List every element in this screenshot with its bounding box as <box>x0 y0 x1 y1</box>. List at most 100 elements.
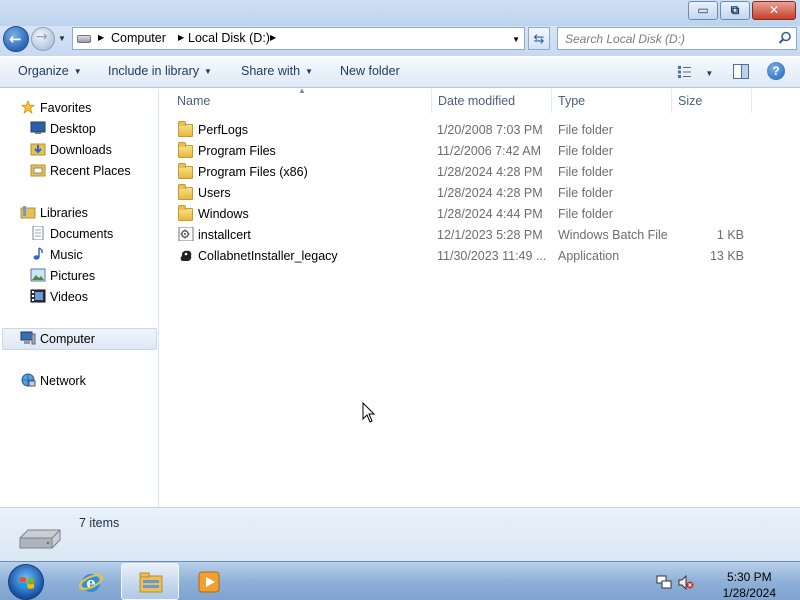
sidebar-item-label: Favorites <box>40 101 92 115</box>
desktop-icon <box>30 121 46 134</box>
breadcrumb-local-disk[interactable]: Local Disk (D:) <box>188 31 270 45</box>
start-button[interactable] <box>8 564 44 600</box>
sidebar-item-label: Pictures <box>50 269 96 283</box>
change-view-button[interactable]: ▼ <box>678 66 713 81</box>
file-type: File folder <box>558 123 613 137</box>
address-bar[interactable]: ▶ Computer ▶ Local Disk (D:) ▶ ▼ <box>72 27 525 50</box>
internet-explorer-icon: e <box>78 574 104 592</box>
address-dropdown-icon[interactable]: ▼ <box>512 35 520 44</box>
column-divider[interactable] <box>751 89 752 113</box>
sidebar-item-label: Videos <box>50 290 88 304</box>
file-row[interactable]: Windows 1/28/2024 4:44 PM File folder <box>160 203 800 224</box>
file-list: ▲ Name Date modified Type Size PerfLogs … <box>160 86 800 507</box>
breadcrumb-separator-icon[interactable]: ▶ <box>98 33 104 42</box>
new-folder-label: New folder <box>340 64 400 78</box>
taskbar-windows-explorer[interactable] <box>121 563 179 600</box>
forward-button[interactable]: → <box>31 27 55 51</box>
file-date: 12/1/2023 5:28 PM <box>437 228 543 242</box>
windows-logo-icon <box>20 577 34 589</box>
help-icon[interactable]: ? <box>767 62 785 80</box>
back-arrow-icon: ← <box>9 30 22 48</box>
file-row[interactable]: CollabnetInstaller_legacy 11/30/2023 11:… <box>160 245 800 266</box>
windows-explorer-icon <box>139 572 163 593</box>
column-header-label: Size <box>678 94 703 108</box>
file-row[interactable]: Users 1/28/2024 4:28 PM File folder <box>160 182 800 203</box>
file-type: File folder <box>558 186 613 200</box>
breadcrumb-separator-icon[interactable]: ▶ <box>270 33 276 42</box>
column-header-date-modified[interactable]: Date modified <box>432 89 551 113</box>
back-button[interactable]: ← <box>3 26 29 52</box>
breadcrumb-separator-icon[interactable]: ▶ <box>178 33 184 42</box>
new-folder-button[interactable]: New folder <box>340 64 400 78</box>
search-input[interactable] <box>558 28 768 49</box>
sidebar-item-label: Desktop <box>50 122 96 136</box>
recent-pages-dropdown-icon[interactable]: ▼ <box>58 34 66 43</box>
clock-date: 1/28/2024 <box>722 586 776 600</box>
close-icon: ✕ <box>768 3 780 17</box>
search-box[interactable] <box>557 27 797 50</box>
organize-label: Organize <box>18 64 69 78</box>
include-in-library-button[interactable]: Include in library ▼ <box>108 64 212 78</box>
navigation-pane: Favorites Desktop Downloads Recent Place… <box>0 89 159 507</box>
folder-icon <box>178 121 194 137</box>
navigation-bar: ← → ▼ ▶ Computer ▶ Local Disk (D:) ▶ ▼ ⇆ <box>0 26 800 56</box>
system-tray: 5:30 PM 1/28/2024 <box>652 566 792 600</box>
star-icon <box>20 100 36 114</box>
window-controls: ▭ ⧉ ✕ <box>686 1 796 20</box>
chevron-down-icon: ▼ <box>204 67 212 76</box>
folder-icon <box>178 142 194 158</box>
media-player-icon <box>198 571 220 593</box>
file-row[interactable]: Program Files 11/2/2006 7:42 AM File fol… <box>160 140 800 161</box>
file-name: Users <box>198 186 231 200</box>
recent-places-icon <box>30 164 46 177</box>
column-header-size[interactable]: Size <box>672 89 751 113</box>
refresh-button[interactable]: ⇆ <box>528 27 550 50</box>
organize-button[interactable]: Organize ▼ <box>18 64 82 78</box>
mouse-pointer-icon <box>362 402 376 423</box>
taskbar: e 5:30 PM 1/28/2024 <box>0 561 800 600</box>
pictures-icon <box>30 268 46 282</box>
details-pane: 7 items <box>0 507 800 561</box>
breadcrumb-computer[interactable]: Computer <box>111 31 166 45</box>
file-row[interactable]: Program Files (x86) 1/28/2024 4:28 PM Fi… <box>160 161 800 182</box>
network-icon <box>21 373 36 387</box>
command-toolbar: Organize ▼ Include in library ▼ Share with… <box>0 58 800 88</box>
sidebar-item-label: Libraries <box>40 206 88 220</box>
file-type: File folder <box>558 165 613 179</box>
volume-muted-icon[interactable] <box>678 575 694 590</box>
column-header-name[interactable]: Name <box>171 89 431 113</box>
folder-icon <box>178 184 194 200</box>
column-header-type[interactable]: Type <box>552 89 671 113</box>
file-type: File folder <box>558 207 613 221</box>
file-row[interactable]: PerfLogs 1/20/2008 7:03 PM File folder <box>160 119 800 140</box>
sidebar-item-label: Music <box>50 248 83 262</box>
taskbar-media-player[interactable] <box>180 563 238 600</box>
file-date: 1/28/2024 4:44 PM <box>437 207 543 221</box>
forward-arrow-icon: → <box>36 29 48 45</box>
downloads-icon <box>30 143 46 156</box>
hard-drive-icon <box>19 529 61 549</box>
preview-pane-button[interactable] <box>733 64 749 79</box>
network-status-icon[interactable] <box>656 575 672 590</box>
restore-button[interactable]: ⧉ <box>720 1 750 20</box>
include-in-library-label: Include in library <box>108 64 200 78</box>
libraries-icon <box>20 206 36 219</box>
file-name: installcert <box>198 228 251 242</box>
chevron-down-icon: ▼ <box>705 69 714 78</box>
search-icon[interactable] <box>778 31 792 45</box>
file-name: Program Files (x86) <box>198 165 308 179</box>
drive-icon <box>77 35 91 43</box>
chevron-down-icon: ▼ <box>305 67 313 76</box>
refresh-icon: ⇆ <box>533 31 545 46</box>
taskbar-internet-explorer[interactable]: e <box>62 563 120 600</box>
close-button[interactable]: ✕ <box>752 1 796 20</box>
restore-icon: ⧉ <box>730 3 740 17</box>
file-row[interactable]: installcert 12/1/2023 5:28 PM Windows Ba… <box>160 224 800 245</box>
clock[interactable]: 5:30 PM 1/28/2024 <box>723 569 776 600</box>
item-count: 7 items <box>79 516 120 530</box>
minimize-button[interactable]: ▭ <box>688 1 718 20</box>
file-size: 1 KB <box>716 228 744 242</box>
file-name: PerfLogs <box>198 123 249 137</box>
share-with-button[interactable]: Share with ▼ <box>241 64 313 78</box>
clock-time: 5:30 PM <box>726 570 772 584</box>
